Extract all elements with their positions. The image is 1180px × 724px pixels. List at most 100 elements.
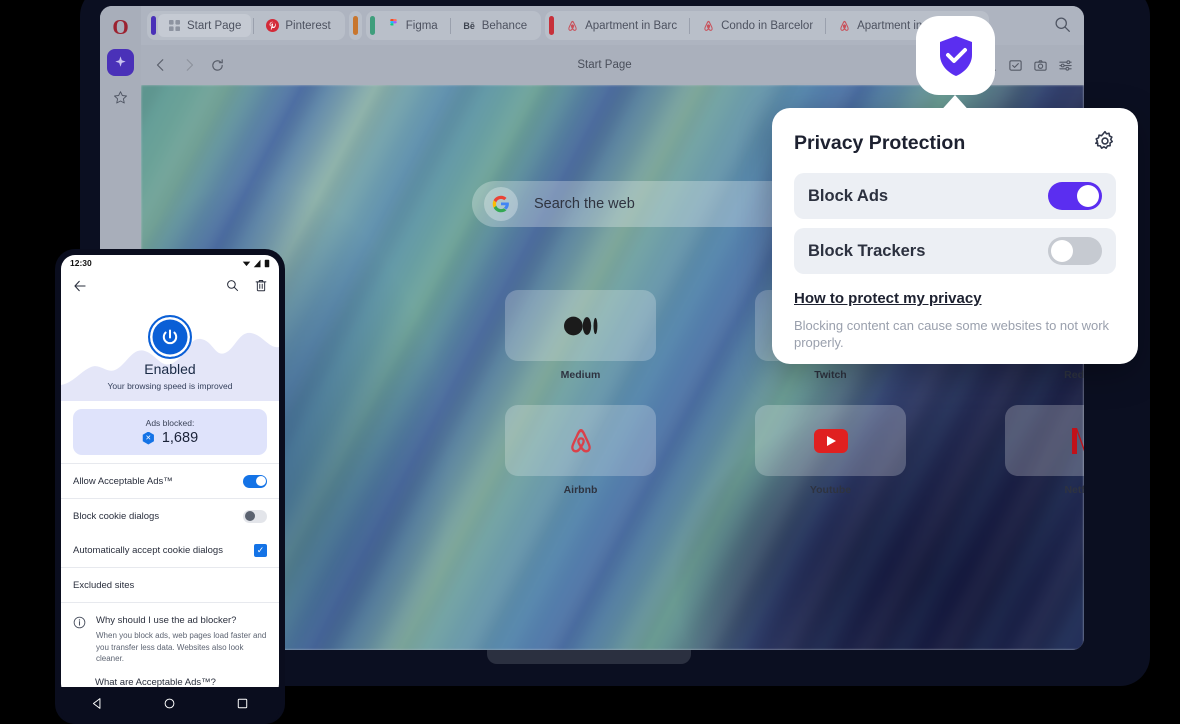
sparkle-icon[interactable] bbox=[107, 49, 134, 76]
tab-condo-barcelona[interactable]: Condo in Barcelone bbox=[692, 14, 823, 37]
forward-arrow-icon[interactable] bbox=[177, 53, 201, 77]
tab-group-color-strip bbox=[369, 16, 375, 35]
info-icon bbox=[73, 616, 86, 665]
speed-dial-youtube[interactable]: Youtube bbox=[755, 405, 906, 496]
airbnb-icon bbox=[702, 19, 715, 32]
tab-group-purple: Start Page Pinterest bbox=[147, 11, 345, 40]
tab-figma[interactable]: Figma bbox=[377, 14, 448, 37]
speed-dial-label: Twitch bbox=[814, 369, 847, 381]
behance-icon: Bē bbox=[463, 20, 475, 31]
block-trackers-row[interactable]: Block Trackers bbox=[794, 228, 1116, 274]
excluded-sites-label: Excluded sites bbox=[73, 579, 135, 591]
recents-square-icon[interactable] bbox=[236, 697, 249, 715]
how-to-protect-my-privacy-link[interactable]: How to protect my privacy bbox=[794, 290, 982, 307]
opera-logo-icon[interactable]: O bbox=[108, 14, 134, 40]
block-ads-row[interactable]: Block Ads bbox=[794, 173, 1116, 219]
faq-item-ad-blocker[interactable]: Why should I use the ad blocker? When yo… bbox=[61, 603, 279, 665]
tab-separator bbox=[689, 17, 691, 34]
tab-label: Pinterest bbox=[285, 19, 331, 32]
search-icon[interactable] bbox=[226, 279, 239, 297]
block-ads-toggle[interactable] bbox=[1048, 182, 1102, 210]
trash-icon[interactable] bbox=[255, 279, 267, 297]
toggle-knob bbox=[1051, 240, 1073, 262]
gear-icon[interactable] bbox=[1094, 130, 1116, 157]
figma-icon bbox=[387, 19, 400, 32]
tab-separator bbox=[253, 17, 255, 34]
snapshot-icon[interactable] bbox=[1005, 55, 1026, 76]
page-title: Privacy Protection bbox=[794, 132, 966, 154]
excluded-sites-row[interactable]: Excluded sites bbox=[61, 568, 279, 602]
url-field[interactable]: Start Page bbox=[233, 52, 976, 78]
setting-section-cookies: Block cookie dialogs Automatically accep… bbox=[61, 498, 279, 567]
block-trackers-label: Block Trackers bbox=[808, 241, 926, 260]
toggle-knob bbox=[244, 511, 255, 521]
privacy-protection-popup: Privacy Protection Block Ads Block Track… bbox=[772, 108, 1138, 364]
easy-setup-icon[interactable] bbox=[1055, 55, 1076, 76]
back-arrow-icon[interactable] bbox=[149, 53, 173, 77]
speed-dial-medium[interactable]: Medium bbox=[505, 290, 656, 381]
speed-dial-airbnb[interactable]: Airbnb bbox=[505, 405, 656, 496]
airbnb-icon bbox=[566, 19, 579, 32]
tab-group-color-strip bbox=[549, 16, 555, 35]
allow-acceptable-ads-toggle[interactable] bbox=[243, 474, 267, 488]
android-nav-bar bbox=[61, 687, 279, 724]
ads-blocked-label: Ads blocked: bbox=[145, 418, 195, 428]
phone-toolbar bbox=[61, 271, 279, 305]
back-arrow-icon[interactable] bbox=[73, 279, 87, 298]
privacy-shield-badge[interactable] bbox=[916, 16, 995, 95]
airbnb-icon bbox=[838, 19, 851, 32]
tab-pinterest[interactable]: Pinterest bbox=[256, 14, 340, 37]
reload-icon[interactable] bbox=[205, 53, 229, 77]
tab-label: Condo in Barcelone bbox=[721, 19, 814, 32]
toggle-knob bbox=[1077, 185, 1099, 207]
tablet-bottom-bezel bbox=[487, 650, 691, 664]
tab-label: Apartment in Barce bbox=[585, 19, 678, 32]
tab-start-page[interactable]: Start Page bbox=[158, 14, 252, 37]
wifi-icon bbox=[242, 261, 251, 266]
tab-separator bbox=[825, 17, 827, 34]
setting-row-auto-accept-cookie-dialogs[interactable]: Automatically accept cookie dialogs ✓ bbox=[61, 533, 279, 567]
camera-icon[interactable] bbox=[1030, 55, 1051, 76]
netflix-icon bbox=[1005, 405, 1084, 476]
star-icon[interactable] bbox=[109, 85, 133, 109]
airbnb-icon bbox=[505, 405, 656, 476]
phone-screen: 12:30 Enabled Your browsing speed is imp bbox=[61, 255, 279, 698]
tab-group-green: Figma Bē Behance bbox=[365, 11, 542, 40]
tab-behance[interactable]: Bē Behance bbox=[453, 14, 537, 37]
block-ads-label: Block Ads bbox=[808, 186, 889, 205]
back-triangle-icon[interactable] bbox=[91, 697, 104, 715]
auto-accept-cookies-checkbox[interactable]: ✓ bbox=[254, 543, 267, 557]
power-icon[interactable] bbox=[148, 315, 192, 359]
setting-row-allow-acceptable-ads[interactable]: Allow Acceptable Ads™ bbox=[61, 464, 279, 498]
faq-question: Why should I use the ad blocker? bbox=[96, 615, 237, 626]
block-icon: ✕ bbox=[142, 431, 154, 445]
search-icon[interactable] bbox=[1054, 16, 1074, 36]
setting-label: Block cookie dialogs bbox=[73, 510, 160, 522]
tab-group-color-strip bbox=[352, 16, 358, 35]
speed-dial-label: Netflix bbox=[1064, 484, 1084, 496]
faq-item-acceptable-ads[interactable]: What are Acceptable Ads™? bbox=[61, 665, 279, 688]
setting-row-block-cookie-dialogs[interactable]: Block cookie dialogs bbox=[61, 499, 279, 533]
ads-blocked-row: ✕ 1,689 bbox=[142, 430, 198, 446]
tab-apartment-barcelona-1[interactable]: Apartment in Barce bbox=[556, 14, 687, 37]
speed-dial-label: Airbnb bbox=[563, 484, 598, 496]
status-time: 12:30 bbox=[70, 258, 92, 268]
pinterest-icon bbox=[266, 19, 280, 32]
ads-blocked-count: 1,689 bbox=[161, 430, 199, 446]
phone-toolbar-actions bbox=[226, 279, 267, 297]
home-circle-icon[interactable] bbox=[163, 697, 176, 715]
battery-icon bbox=[264, 259, 270, 267]
phone-status-bar: 12:30 bbox=[61, 255, 279, 271]
grid-icon bbox=[168, 19, 181, 32]
block-cookie-dialogs-toggle[interactable] bbox=[243, 509, 267, 523]
speed-dial-label: Reddit bbox=[1064, 369, 1084, 381]
speed-dial-netflix[interactable]: Netflix bbox=[1005, 405, 1084, 496]
tab-group-orange bbox=[348, 11, 362, 40]
popup-header: Privacy Protection bbox=[794, 130, 1116, 157]
medium-icon bbox=[505, 290, 656, 361]
setting-section-excluded: Excluded sites bbox=[61, 567, 279, 602]
youtube-icon bbox=[755, 405, 906, 476]
block-trackers-toggle[interactable] bbox=[1048, 237, 1102, 265]
faq-section: Why should I use the ad blocker? When yo… bbox=[61, 602, 279, 688]
search-placeholder: Search the web bbox=[534, 196, 635, 212]
